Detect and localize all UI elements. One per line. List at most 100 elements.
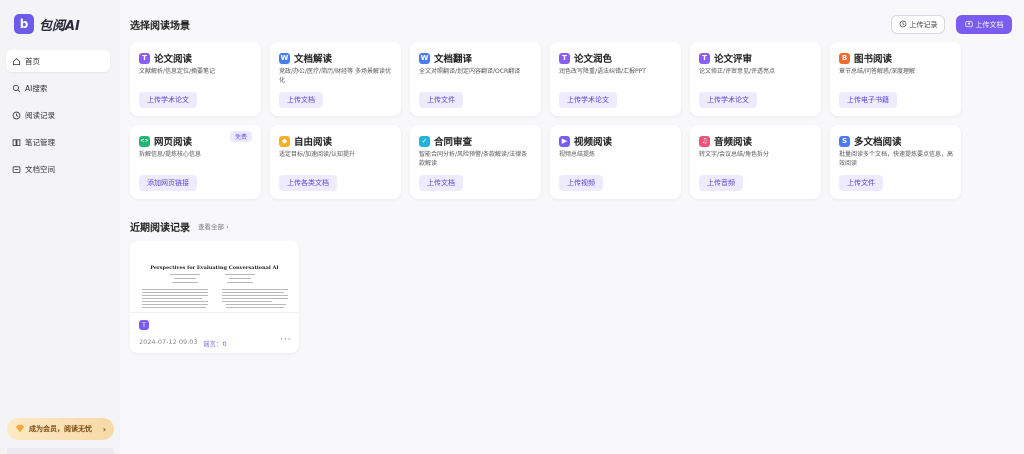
diamond-icon [15, 424, 25, 435]
search-icon [12, 84, 21, 93]
scene-title: 文档解读 [294, 54, 333, 65]
upload-icon [964, 20, 973, 30]
scene-card[interactable]: ◆ 自由阅读适定目标/加速阅读/认知提升上传各类文档 [270, 125, 401, 199]
scene-card[interactable]: ♫ 音频阅读转文字/会议总结/角色拆分上传音频 [690, 125, 821, 199]
upload-document-button[interactable]: 上传文档 [956, 15, 1012, 34]
thumbnail-text-line [222, 295, 288, 296]
sidebar-item-reading-history[interactable]: 阅读记录 [6, 104, 110, 126]
thumbnail-text-line [227, 282, 253, 283]
thumbnail-text-line [142, 292, 208, 293]
scene-icon: S [839, 135, 850, 147]
scene-upload-button[interactable]: 上传学术论文 [559, 92, 617, 108]
scene-card[interactable]: W 文档翻译 全文对照翻译/划定内容翻译/OCR翻译 上传文件 [410, 42, 541, 116]
doc-tag: 谣言：0 [203, 340, 227, 348]
scene-title: 论文润色 [574, 54, 613, 65]
sidebar-item-ai-search[interactable]: AI搜索 [6, 77, 110, 99]
scene-title: 文档翻译 [434, 54, 473, 65]
scene-description: 论文修正/评审意见/评透亮点 [699, 68, 776, 75]
scene-card[interactable]: S 多文档阅读批量阅读多个文档，快速提炼要点信息，高效阅读 上传文件 [830, 125, 961, 199]
upload-history-label: 上传记录 [909, 20, 938, 29]
scene-upload-button[interactable]: 上传文件 [839, 175, 883, 191]
scene-upload-button[interactable]: 上传文档 [419, 175, 463, 191]
member-label: 成为会员，阅读无忧 [29, 425, 92, 433]
sidebar-item-label: 阅读记录 [25, 110, 55, 120]
scene-icon: T [699, 52, 710, 64]
scene-card-header: ♫ 音频阅读 [699, 134, 752, 148]
scene-upload-button[interactable]: 添加网页链接 [139, 175, 197, 191]
scene-card-header: ✓ 合同审查 [419, 134, 472, 148]
upload-history-button[interactable]: 上传记录 [891, 15, 945, 34]
scene-card[interactable]: <> 网页阅读 免费拆解信息/提炼核心信息添加网页链接 [130, 125, 261, 199]
sidebar-bottom-bar [7, 448, 114, 454]
scene-description: 视频总结提炼 [559, 151, 596, 158]
thumbnail-text-line [222, 301, 272, 302]
scene-upload-button[interactable]: 上传各类文档 [279, 175, 337, 191]
scene-card-header: <> 网页阅读 [139, 134, 192, 148]
scene-card[interactable]: T 论文阅读 文献解析/信息定位/摘要笔记 上传学术论文 [130, 42, 261, 116]
recent-doc-card[interactable]: Perspectives for Evaluating Conversation… [130, 241, 299, 353]
scene-description: 润色改写降重/语法纠错/汇报PPT [559, 68, 646, 75]
folder-icon [12, 165, 21, 174]
thumbnail-text-line [225, 274, 255, 275]
thumbnail-text-line [174, 278, 196, 279]
scene-title: 多文档阅读 [854, 137, 902, 148]
doc-thumbnail-title: Perspectives for Evaluating Conversation… [150, 265, 279, 271]
scene-card-header: S 多文档阅读 [839, 134, 902, 148]
scene-title: 自由阅读 [294, 137, 333, 148]
scene-card[interactable]: ✓ 合同审查 智能合同分析/风险预警/条款解读/法律条款解读 上传文档 [410, 125, 541, 199]
thumbnail-text-line [142, 304, 208, 305]
sidebar-item-doc-space[interactable]: 文档空间 [6, 158, 110, 180]
sidebar-item-label: AI搜索 [25, 83, 48, 93]
scene-title: 视频阅读 [574, 137, 613, 148]
doc-type-badge: T [139, 320, 149, 330]
section-title: 选择阅读场景 [130, 21, 190, 32]
scene-card[interactable]: T 论文润色润色改写降重/语法纠错/汇报PPT 上传学术论文 [550, 42, 681, 116]
scene-description: 批量阅读多个文档，快速提炼要点信息，高效阅读 [839, 151, 954, 167]
view-all-link[interactable]: 查看全部 › [198, 221, 229, 231]
scene-upload-button[interactable]: 上传学术论文 [699, 92, 757, 108]
scene-upload-button[interactable]: 上传文件 [419, 92, 463, 108]
free-tag: 免费 [229, 131, 252, 142]
scene-icon: W [279, 52, 290, 64]
scene-upload-button[interactable]: 上传学术论文 [139, 92, 197, 108]
thumbnail-text-line [226, 304, 286, 305]
sidebar-item-home[interactable]: 首页 [6, 50, 110, 72]
scene-upload-button[interactable]: 上传电子书籍 [839, 92, 897, 108]
book-icon [12, 138, 21, 147]
scene-upload-button[interactable]: 上传文档 [279, 92, 323, 108]
sidebar-item-notes[interactable]: 笔记管理 [6, 131, 110, 153]
recent-section-title: 近期阅读记录 [130, 223, 190, 234]
scene-description: 章节总结/问答解惑/深度理解 [839, 68, 916, 75]
scene-icon: T [559, 52, 570, 64]
thumbnail-text-line [142, 295, 208, 296]
scene-card-header: W 文档翻译 [419, 51, 472, 65]
scene-card-header: W 文档解读 [279, 51, 332, 65]
scene-description: 转文字/会议总结/角色拆分 [699, 151, 770, 158]
scene-icon: ✓ [419, 135, 430, 147]
scene-description: 适定目标/加速阅读/认知提升 [279, 151, 356, 158]
scene-upload-button[interactable]: 上传视频 [559, 175, 603, 191]
logo-icon: b [14, 14, 34, 34]
doc-date: 2024-07-12 09:03 [139, 338, 198, 346]
scene-upload-button[interactable]: 上传音频 [699, 175, 743, 191]
scene-title: 音频阅读 [714, 137, 753, 148]
scene-card[interactable]: ▶ 视频阅读视频总结提炼上传视频 [550, 125, 681, 199]
sidebar-item-label: 文档空间 [25, 164, 55, 174]
scene-card-header: ◆ 自由阅读 [279, 134, 332, 148]
scene-card[interactable]: W 文档解读 竞政/办公/医疗/简历/财经等 多场景解读优化 上传文档 [270, 42, 401, 116]
scene-title: 合同审查 [434, 137, 473, 148]
sidebar-nav: 首页 AI搜索 阅读记录 笔记管理 文档空间 [6, 50, 110, 185]
scene-title: 图书阅读 [854, 54, 893, 65]
scene-card[interactable]: T 论文评审 论文修正/评审意见/评透亮点 上传学术论文 [690, 42, 821, 116]
scene-card[interactable]: B 图书阅读 章节总结/问答解惑/深度理解 上传电子书籍 [830, 42, 961, 116]
more-options-icon[interactable]: ··· [280, 335, 292, 345]
thumbnail-text-line [222, 289, 288, 290]
scene-card-header: T 论文润色 [559, 51, 612, 65]
become-member-button[interactable]: 成为会员，阅读无忧 › [7, 418, 114, 440]
scene-description: 拆解信息/提炼核心信息 [139, 151, 202, 158]
scene-icon: ▶ [559, 135, 570, 147]
sidebar-item-label: 首页 [25, 56, 40, 66]
sidebar-item-label: 笔记管理 [25, 137, 55, 147]
app-logo[interactable]: b 包阅AI [14, 14, 80, 34]
scene-title: 网页阅读 [154, 137, 193, 148]
